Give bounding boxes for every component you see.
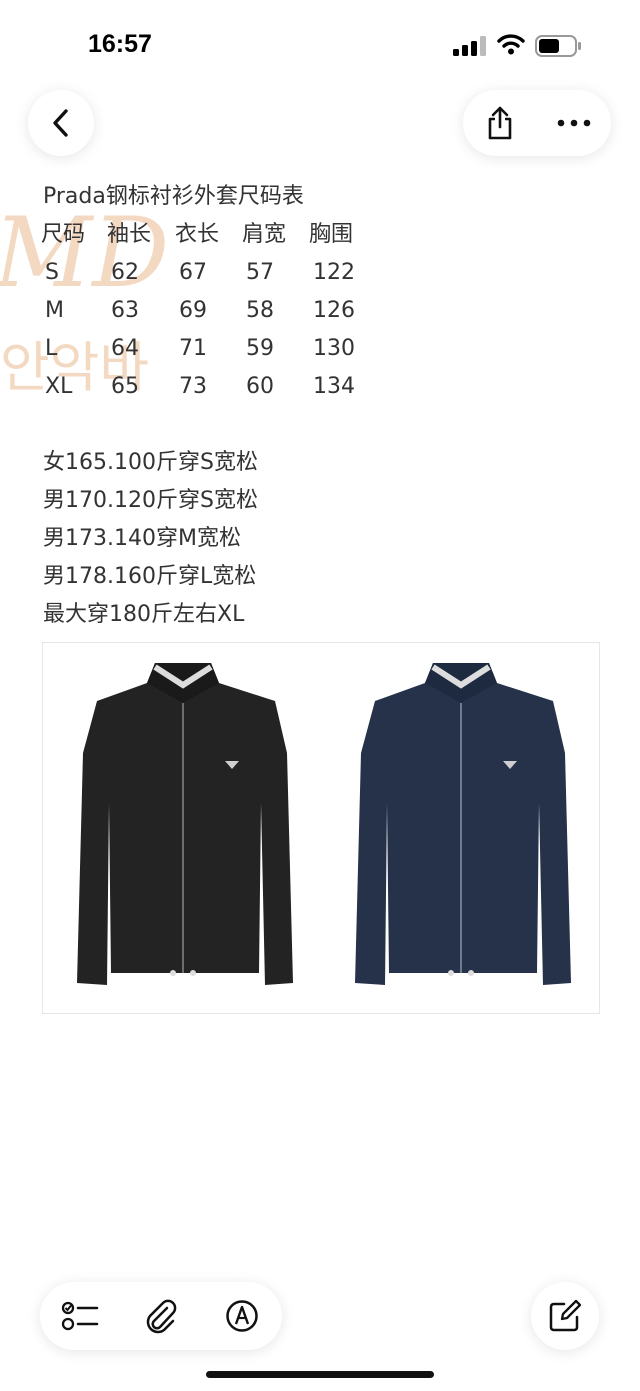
header-cell: 胸围 — [309, 222, 354, 247]
chevron-left-icon — [53, 109, 68, 137]
table-row: M 63 69 58 126 — [41, 292, 379, 330]
table-cell: M — [45, 298, 64, 323]
table-cell: 69 — [179, 298, 207, 323]
paperclip-icon — [146, 1299, 177, 1334]
top-actions — [463, 90, 611, 156]
table-cell: 134 — [313, 374, 355, 399]
table-cell: 67 — [179, 260, 207, 285]
share-button[interactable] — [470, 93, 530, 153]
navy-jacket — [355, 663, 571, 985]
table-row: L 64 71 59 130 — [41, 330, 379, 368]
black-jacket — [77, 663, 293, 985]
header-cell: 肩宽 — [242, 222, 287, 247]
compose-button[interactable] — [531, 1282, 599, 1350]
size-table: 尺码 袖长 衣长 肩宽 胸围 S 62 67 57 122 M 63 69 58… — [41, 216, 379, 406]
table-row: XL 65 73 60 134 — [41, 368, 379, 406]
product-photo[interactable] — [42, 642, 600, 1014]
back-button[interactable] — [28, 90, 94, 156]
more-icon — [557, 119, 591, 127]
table-cell: 63 — [111, 298, 139, 323]
table-cell: L — [45, 336, 58, 361]
header-cell: 尺码 — [41, 222, 86, 247]
recommendation-line: 男173.140穿M宽松 — [43, 526, 241, 551]
markup-button[interactable] — [212, 1286, 272, 1346]
table-cell: 58 — [246, 298, 274, 323]
table-cell: 62 — [111, 260, 139, 285]
table-cell: XL — [45, 374, 73, 399]
more-button[interactable] — [544, 93, 604, 153]
table-cell: 130 — [313, 336, 355, 361]
table-cell: 122 — [313, 260, 355, 285]
compose-icon — [549, 1299, 582, 1332]
recommendation-line: 最大穿180斤左右XL — [43, 602, 245, 627]
jackets-illustration — [77, 663, 571, 985]
checklist-button[interactable] — [50, 1286, 110, 1346]
size-table-header: 尺码 袖长 衣长 肩宽 胸围 — [41, 216, 379, 254]
wifi-icon — [497, 34, 525, 55]
table-cell: 71 — [179, 336, 207, 361]
status-time: 16:57 — [88, 30, 152, 58]
share-icon — [488, 106, 512, 140]
table-cell: 73 — [179, 374, 207, 399]
header-cell: 袖长 — [107, 222, 152, 247]
note-title: Prada钢标衬衫外套尺码表 — [43, 184, 304, 209]
note-body[interactable]: Prada钢标衬衫外套尺码表 尺码 袖长 衣长 肩宽 胸围 S 62 67 57… — [41, 178, 379, 634]
battery-icon — [535, 35, 581, 57]
table-cell: 126 — [313, 298, 355, 323]
recommendation-line: 男178.160斤穿L宽松 — [43, 564, 257, 589]
recommendation-line: 女165.100斤穿S宽松 — [43, 450, 258, 475]
table-cell: 59 — [246, 336, 274, 361]
table-cell: 64 — [111, 336, 139, 361]
table-cell: 60 — [246, 374, 274, 399]
bottom-toolbar — [40, 1282, 282, 1350]
signal-icon — [453, 36, 486, 56]
recommendation-line: 男170.120斤穿S宽松 — [43, 488, 258, 513]
header-cell: 衣长 — [175, 222, 220, 247]
home-indicator — [206, 1371, 434, 1378]
status-bar: 16:57 — [0, 0, 640, 90]
attach-button[interactable] — [131, 1286, 191, 1346]
markup-icon — [225, 1300, 258, 1332]
checklist-icon — [62, 1301, 99, 1331]
table-row: S 62 67 57 122 — [41, 254, 379, 292]
table-cell: 65 — [111, 374, 139, 399]
table-cell: S — [45, 260, 59, 285]
table-cell: 57 — [246, 260, 274, 285]
